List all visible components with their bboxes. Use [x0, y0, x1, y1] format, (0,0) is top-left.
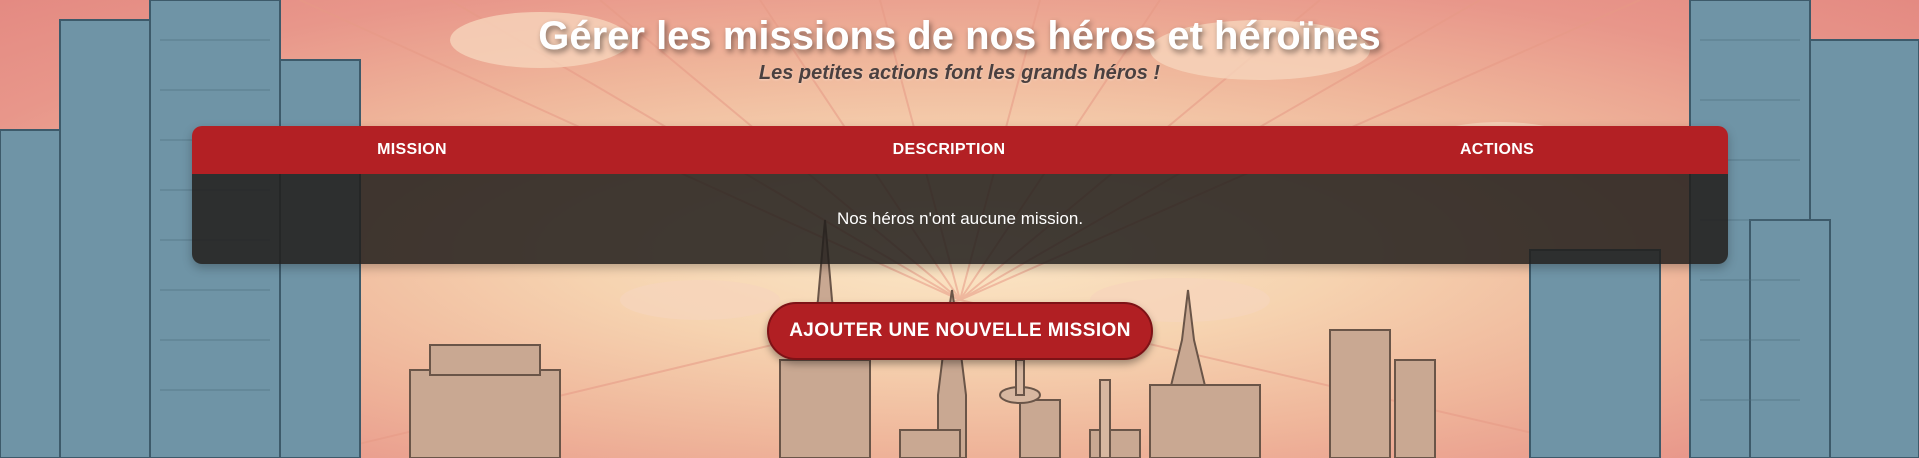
page-header: Gérer les missions de nos héros et héroï…	[0, 12, 1919, 86]
page-subtitle: Les petites actions font les grands héro…	[758, 62, 1161, 84]
empty-state-message: Nos héros n'ont aucune mission.	[836, 209, 1084, 228]
column-header-mission: MISSION	[377, 141, 447, 158]
table-empty-row: Nos héros n'ont aucune mission.	[192, 174, 1728, 264]
column-header-description: DESCRIPTION	[892, 141, 1006, 158]
page-title: Gérer les missions de nos héros et héroï…	[538, 14, 1381, 58]
table-header-row: MISSION DESCRIPTION ACTIONS	[192, 126, 1728, 174]
column-header-actions: ACTIONS	[1459, 141, 1535, 158]
missions-table: MISSION DESCRIPTION ACTIONS Nos héros n'…	[192, 126, 1728, 264]
add-mission-button[interactable]: AJOUTER UNE NOUVELLE MISSION	[767, 302, 1153, 360]
